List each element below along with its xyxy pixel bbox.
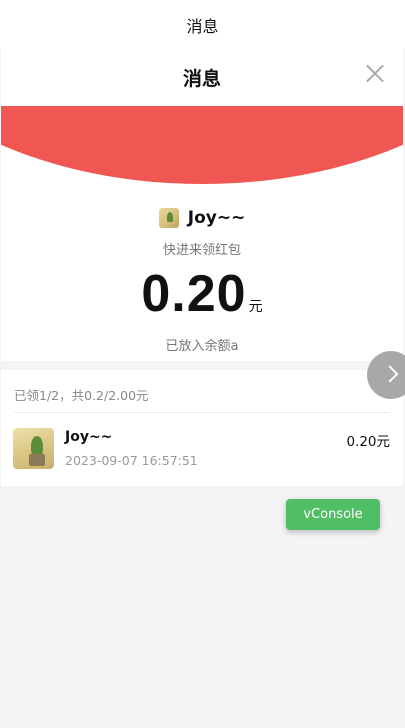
sender-name: Joy~~ <box>187 207 246 228</box>
red-packet-sheet: 消息 Joy~~ 快进来领红包 0.20 元 已放入余额a 已领1/2，共0.2/… <box>1 48 403 486</box>
amount-value: 0.20 <box>141 265 247 323</box>
red-packet-banner <box>1 106 403 184</box>
top-bar: 消息 <box>0 0 405 48</box>
section-divider <box>1 361 403 370</box>
receiver-amount: 0.20元 <box>346 434 390 450</box>
deposit-note: 已放入余额a <box>165 339 239 354</box>
claim-summary: 已领1/2，共0.2/2.00元 <box>14 388 149 403</box>
page: 消息 消息 Joy~~ 快进来领红包 0.20 元 已放入余额a 已领1/2，共0… <box>0 0 405 728</box>
receiver-time: 2023-09-07 16:57:51 <box>65 453 198 468</box>
list-item: Joy~~ 2023-09-07 16:57:51 0.20元 <box>1 414 403 484</box>
amount-unit: 元 <box>248 299 263 315</box>
sender-avatar <box>158 207 179 228</box>
receiver-name: Joy~~ <box>65 429 113 445</box>
row-divider <box>14 412 390 413</box>
amount-display: 0.20 元 <box>1 264 403 324</box>
vconsole-button[interactable]: vConsole <box>286 499 380 530</box>
sheet-header: 消息 <box>1 48 403 106</box>
close-icon[interactable] <box>365 64 385 84</box>
receiver-avatar <box>13 428 54 469</box>
greeting-message: 快进来领红包 <box>162 243 241 258</box>
sender-row: Joy~~ <box>1 207 403 231</box>
sheet-title: 消息 <box>182 68 221 90</box>
top-bar-title: 消息 <box>186 17 219 36</box>
